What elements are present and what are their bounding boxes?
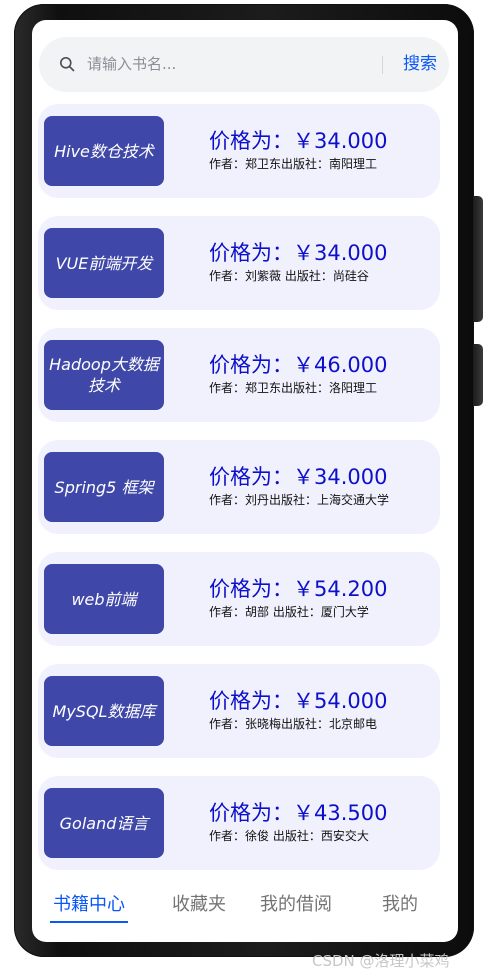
book-cover: Spring5 框架 (44, 452, 164, 522)
book-card[interactable]: Hadoop大数据技术 价格为：￥46.000 作者：郑卫东出版社：洛阳理工 (38, 328, 440, 422)
book-price: 价格为：￥34.000 (209, 129, 388, 153)
book-price: 价格为：￥54.200 (209, 577, 388, 601)
tab-label: 我的借阅 (260, 894, 332, 915)
book-card[interactable]: web前端 价格为：￥54.200 作者：胡部 出版社：厦门大学 (38, 552, 440, 646)
book-info: 价格为：￥54.200 作者：胡部 出版社：厦门大学 (209, 574, 439, 620)
search-icon (60, 57, 75, 72)
tab-book-center[interactable]: 书籍中心 (50, 890, 128, 930)
book-author-publisher: 作者：张晓梅出版社：北京邮电 (209, 717, 378, 731)
book-info: 价格为：￥34.000 作者：刘紫薇 出版社：尚硅谷 (209, 238, 439, 284)
app-screen: 搜索 Hive数仓技术 价格为：￥34.000 作者：郑卫东出版社：南阳理工 V… (32, 20, 458, 942)
book-price: 价格为：￥34.000 (209, 241, 388, 265)
book-author-publisher: 作者：刘紫薇 出版社：尚硅谷 (209, 269, 369, 283)
tab-label: 书籍中心 (53, 894, 125, 915)
book-cover: web前端 (44, 564, 164, 634)
volume-button (473, 196, 483, 322)
book-card[interactable]: VUE前端开发 价格为：￥34.000 作者：刘紫薇 出版社：尚硅谷 (38, 216, 440, 310)
search-divider (382, 56, 383, 74)
book-info: 价格为：￥54.000 作者：张晓梅出版社：北京邮电 (209, 686, 439, 732)
book-price: 价格为：￥46.000 (209, 353, 388, 377)
book-cover: Hive数仓技术 (44, 116, 164, 186)
book-cover: MySQL数据库 (44, 676, 164, 746)
watermark-text: CSDN @洛理小菜鸡 (312, 952, 450, 970)
tab-mine[interactable]: 我的 (372, 890, 428, 930)
tab-label: 我的 (382, 894, 418, 915)
book-author-publisher: 作者：徐俊 出版社：西安交大 (209, 829, 369, 843)
search-button[interactable]: 搜索 (395, 48, 445, 80)
book-info: 价格为：￥34.000 作者：郑卫东出版社：南阳理工 (209, 126, 439, 172)
book-card[interactable]: Spring5 框架 价格为：￥34.000 作者：刘丹出版社：上海交通大学 (38, 440, 440, 534)
book-card[interactable]: Hive数仓技术 价格为：￥34.000 作者：郑卫东出版社：南阳理工 (38, 104, 440, 198)
book-card[interactable]: MySQL数据库 价格为：￥54.000 作者：张晓梅出版社：北京邮电 (38, 664, 440, 758)
book-card[interactable]: Goland语言 价格为：￥43.500 作者：徐俊 出版社：西安交大 (38, 776, 440, 870)
book-author-publisher: 作者：郑卫东出版社：南阳理工 (209, 157, 378, 171)
book-price: 价格为：￥54.000 (209, 689, 388, 713)
tab-label: 收藏夹 (172, 894, 226, 915)
tab-my-borrowing[interactable]: 我的借阅 (254, 890, 338, 930)
book-info: 价格为：￥34.000 作者：刘丹出版社：上海交通大学 (209, 462, 439, 508)
search-input[interactable] (87, 49, 367, 79)
power-button (473, 344, 483, 406)
book-cover: Hadoop大数据技术 (44, 340, 164, 410)
tab-favorites[interactable]: 收藏夹 (160, 890, 238, 930)
book-author-publisher: 作者：刘丹出版社：上海交通大学 (209, 493, 390, 507)
active-tab-indicator (50, 921, 128, 923)
book-author-publisher: 作者：郑卫东出版社：洛阳理工 (209, 381, 378, 395)
bottom-tab-bar: 书籍中心 收藏夹 我的借阅 我的 (32, 882, 458, 942)
book-price: 价格为：￥43.500 (209, 801, 388, 825)
book-info: 价格为：￥46.000 作者：郑卫东出版社：洛阳理工 (209, 350, 439, 396)
search-bar: 搜索 (39, 37, 449, 92)
book-price: 价格为：￥34.000 (209, 465, 388, 489)
book-author-publisher: 作者：胡部 出版社：厦门大学 (209, 605, 369, 619)
book-cover: VUE前端开发 (44, 228, 164, 298)
book-cover: Goland语言 (44, 788, 164, 858)
book-info: 价格为：￥43.500 作者：徐俊 出版社：西安交大 (209, 798, 439, 844)
